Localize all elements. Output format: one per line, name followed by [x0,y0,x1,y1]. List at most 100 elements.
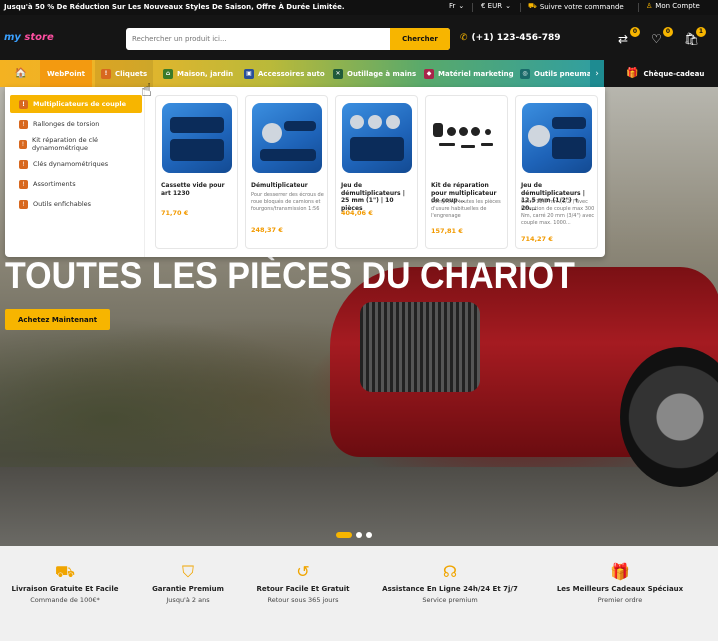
hero-background-bushes [0,317,360,487]
nav-item-accessoires-auto[interactable]: ▣ Accessoires auto [238,60,331,87]
product-card[interactable]: Démultiplicateur Pour desserrer des écro… [245,95,328,249]
feature-title: Retour Facile Et Gratuit [256,585,350,593]
top-bar: Jusqu'à 50 % De Réduction Sur Les Nouvea… [0,0,718,15]
heart-icon[interactable]: ♡ 0 [651,27,673,46]
product-image [429,99,504,177]
product-price: 157,81 € [431,227,463,235]
nav-label: Cliquets [115,69,148,78]
gift-label: Chèque-cadeau [643,69,705,78]
cart-icon[interactable]: 🛍 1 [684,27,706,46]
truck-icon: ⛟ [54,562,76,581]
product-price: 714,27 € [521,235,553,243]
nav-item-webpoint[interactable]: WebPoint [40,60,92,87]
divider [472,3,473,12]
chevron-down-icon: ⌄ [458,2,465,10]
currency-label: € EUR [481,2,503,10]
slider-dot-active[interactable] [336,532,352,538]
gift-icon: 🎁 [626,68,639,79]
submenu-label: Rallonges de torsion [33,120,100,128]
product-card[interactable]: Jeu de démultiplicateurs | 25 mm (1") | … [335,95,418,249]
product-card[interactable]: Cassette vide pour art 1230 71,70 € [155,95,238,249]
product-name: Cassette vide pour art 1230 [161,182,225,197]
home-icon[interactable]: 🏠 [5,60,37,87]
feature-title: Les Meilleurs Cadeaux Spéciaux [556,585,684,593]
product-name: Jeu de démultiplicateurs | 25 mm (1") | … [341,182,405,212]
product-price: 404,06 € [341,209,373,217]
track-order-link[interactable]: ⛟ Suivre votre commande [528,2,624,11]
phone-icon: ✆ [460,33,468,43]
user-icon: ♙ [646,2,653,10]
product-card[interactable]: Kit de réparation pour multiplicateur de… [425,95,508,249]
submenu-item-multiplicateurs[interactable]: ! Multiplicateurs de couple [10,95,142,113]
phone-number: (+1) 123-456-789 [471,33,561,43]
feature-subtitle: Retour sous 365 jours [267,596,339,604]
slider-dot[interactable] [356,532,362,538]
submenu-label: Assortiments [33,180,76,188]
main-nav: 🏠 WebPoint ! Cliquets ⌂ Maison, jardin ▣… [0,60,604,87]
features-bar: ⛟ Livraison Gratuite Et Facile Commande … [0,546,718,641]
product-image [519,99,594,177]
product-price: 71,70 € [161,209,189,217]
submenu-label: Clés dynamométriques [33,160,109,168]
truck-icon: ⛟ [528,2,537,10]
feature-subtitle: Jusqu'à 2 ans [166,596,210,604]
product-card[interactable]: Jeu de démultiplicateurs | 12,5 mm (1/2"… [515,95,598,249]
house-icon: ⌂ [163,68,173,79]
marketing-icon: ◆ [424,68,434,79]
submenu-item-outils-enfichables[interactable]: ! Outils enfichables [10,195,142,213]
feature-title: Assistance En Ligne 24h/24 Et 7j/7 [382,585,518,593]
submenu-item-kit-reparation[interactable]: ! Kit réparation de clé dynamométrique [10,135,142,153]
track-order-label: Suivre votre commande [539,2,624,11]
language-selector[interactable]: Fr ⌄ [449,2,464,10]
feature-item: 🎁 Les Meilleurs Cadeaux Spéciaux Premier… [545,562,695,604]
submenu-item-cles-dynamometriques[interactable]: ! Clés dynamométriques [10,155,142,173]
feature-item: ↺ Retour Facile Et Gratuit Retour sous 3… [238,562,368,604]
nav-scroll-right-icon[interactable]: › [590,60,604,87]
gift-icon: 🎁 [610,562,630,581]
submenu-label: Outils enfichables [33,200,92,208]
product-image [249,99,324,177]
language-label: Fr [449,2,456,10]
headset-icon: ☊ [442,562,458,581]
cart-badge: 1 [696,27,706,37]
nav-item-outillage[interactable]: ✕ Outillage à mains [327,60,422,87]
feature-item: ⛟ Livraison Gratuite Et Facile Commande … [0,562,130,604]
hero-title: TOUTES LES PIÈCES DU CHARIOT [5,255,575,297]
submenu-item-rallonges[interactable]: ! Rallonges de torsion [10,115,142,133]
pneumatic-icon: ◎ [520,68,530,79]
account-link[interactable]: ♙ Mon Compte [646,2,700,10]
hand-cursor-icon: ☝ [141,80,152,101]
nav-item-outils-pneumatiques[interactable]: ◎ Outils pneuma [514,60,597,87]
slider-dot[interactable] [366,532,372,538]
store-logo[interactable]: my store [4,32,54,43]
category-icon: ! [19,119,28,129]
product-price: 248,37 € [251,226,283,234]
nav-label: Maison, jardin [177,69,234,78]
compare-badge: 0 [630,27,640,37]
compare-icon[interactable]: ⇄ 0 [618,27,640,46]
search-button[interactable]: Chercher [390,28,450,50]
shop-now-button[interactable]: Achetez Maintenant [5,309,110,330]
currency-selector[interactable]: € EUR ⌄ [481,2,511,10]
submenu-item-assortiments[interactable]: ! Assortiments [10,175,142,193]
nav-label: Accessoires auto [258,69,325,78]
product-image [159,99,234,177]
submenu-label: Multiplicateurs de couple [33,100,127,108]
submenu-label: Kit réparation de clé dynamométrique [31,136,99,152]
feature-title: Livraison Gratuite Et Facile [11,585,119,593]
search-input[interactable] [126,28,390,50]
product-description: Pour desserrer des écrous de roue bloqué… [251,192,324,212]
product-image [339,99,414,177]
chevron-down-icon: ⌄ [505,2,511,10]
nav-item-marketing[interactable]: ◆ Matériel marketing [418,60,520,87]
gift-card-link[interactable]: 🎁 Chèque-cadeau [604,60,718,87]
promo-text: Jusqu'à 50 % De Réduction Sur Les Nouvea… [4,3,345,11]
feature-subtitle: Commande de 100€* [30,596,100,604]
nav-label: Outillage à mains [347,69,417,78]
account-label: Mon Compte [655,2,700,10]
nav-item-maison-jardin[interactable]: ⌂ Maison, jardin [157,60,239,87]
phone-contact[interactable]: ✆ (+1) 123-456-789 [460,33,561,43]
category-icon: ! [19,179,28,189]
mega-menu: ! Multiplicateurs de couple ! Rallonges … [5,87,605,257]
car-icon: ▣ [244,68,254,79]
